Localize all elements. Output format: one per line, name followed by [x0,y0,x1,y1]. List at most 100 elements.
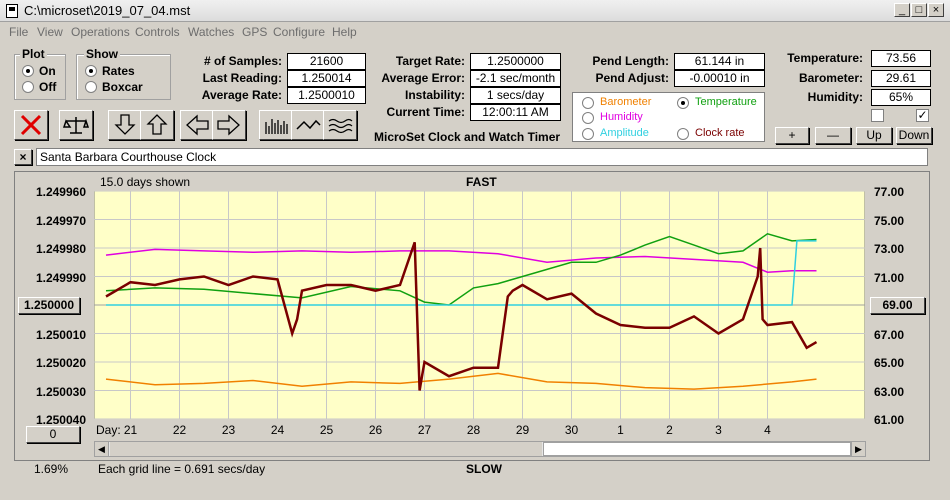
arrow-up-icon [146,114,168,135]
temperature-radio[interactable] [677,97,689,109]
temperature-value-field: 73.56 [871,50,931,67]
y-right-tick-label: 63.00 [874,384,905,399]
horizontal-scrollbar[interactable]: ◀ ▶ [94,441,866,457]
line-chart-button[interactable] [291,110,325,140]
multi-line-button[interactable] [323,110,357,140]
x-tick-label: 1 [617,423,624,437]
y-left-tick-label: 1.249990 [35,270,86,285]
minimize-button[interactable]: _ [894,3,910,17]
y-left-tick-label: 1.249980 [35,242,86,256]
samples-label: # of Samples: [203,54,282,68]
right-arrow-button[interactable] [212,110,246,140]
y-right-tick-label: 77.00 [874,185,905,199]
scroll-thumb[interactable] [543,442,851,456]
clock-clear-button[interactable]: × [14,149,32,165]
days-shown-label: 15.0 days shown [100,175,191,189]
show-boxcar-radio[interactable] [85,81,97,93]
average-rate-label: Average Rate: [201,88,282,102]
plot-on-radio[interactable] [22,65,34,77]
barometer-radio[interactable] [582,97,594,109]
down-arrow-button[interactable] [108,110,142,140]
last-reading-field: 1.250014 [287,70,366,87]
average-error-field: -2.1 sec/month [470,70,561,87]
y-left-tick-label: 1.250040 [35,413,86,427]
menu-operations[interactable]: Operations [71,25,130,39]
scale-up-button[interactable]: Up [856,127,892,144]
plot-off-radio[interactable] [22,81,34,93]
show-rates-radio[interactable] [85,65,97,77]
close-button[interactable]: × [928,3,944,17]
balance-button[interactable] [59,110,93,140]
menu-controls[interactable]: Controls [135,25,180,39]
current-time-label: Current Time: [386,105,465,119]
samples-field: 21600 [287,53,366,70]
humidity-radio[interactable] [582,112,594,124]
menu-watches[interactable]: Watches [188,25,234,39]
plot-group-title: Plot [20,47,47,61]
center-value-button[interactable]: 1.250000 [18,297,80,314]
plot-on-label: On [39,64,56,78]
x-tick-label: 3 [715,423,722,437]
arrow-left-icon [186,114,209,136]
histogram-button[interactable] [259,110,293,140]
y-right-tick-label: 75.00 [874,213,905,228]
pend-length-field[interactable]: 61.144 in [674,53,765,70]
left-arrow-button[interactable] [180,110,214,140]
percent-label: 1.69% [34,462,69,476]
multi-wave-icon [328,118,353,134]
brand-label: MicroSet Clock and Watch Timer [374,130,561,144]
show-rates-label: Rates [102,64,135,78]
day-prefix-label: Day: [96,423,121,437]
menu-gps[interactable]: GPS [242,25,267,39]
target-rate-label: Target Rate: [395,54,465,68]
checkbox-1[interactable] [871,109,884,122]
grid-note-label: Each grid line = 0.691 secs/day [98,462,266,476]
right-center-value-button[interactable]: 69.00 [870,297,925,314]
y-right-tick-label: 67.00 [874,327,905,342]
menu-file[interactable]: File [9,25,28,39]
menu-configure[interactable]: Configure [273,25,325,39]
y-left-tick-label: 1.249970 [35,213,86,228]
y-left-tick-label: 1.250020 [35,356,86,370]
average-rate-field: 1.2500010 [287,87,366,104]
x-tick-label: 28 [466,423,481,437]
zero-button[interactable]: 0 [26,426,80,443]
x-tick-label: 23 [221,423,236,437]
arrow-right-icon [217,114,240,136]
checkbox-2[interactable]: ✓ [916,109,929,122]
menu-bar: File View Operations Controls Watches GP… [0,22,950,42]
up-arrow-button[interactable] [140,110,174,140]
amplitude-radio[interactable] [582,128,594,140]
app-icon [6,4,18,18]
menu-help[interactable]: Help [332,25,357,39]
y-right-tick-label: 71.00 [874,270,905,285]
scroll-track[interactable] [110,442,542,456]
scale-down-button[interactable]: Down [896,127,932,144]
y-right-tick-label: 61.00 [874,413,905,427]
x-tick-label: 22 [172,423,187,437]
show-boxcar-label: Boxcar [102,80,143,94]
show-group-title: Show [84,47,120,61]
arrow-down-icon [114,114,136,135]
amplitude-label: Amplitude [600,127,649,139]
y-right-tick-label: 65.00 [874,356,905,370]
scale-minus-button[interactable]: — [815,127,851,144]
clock-name-field[interactable]: Santa Barbara Courthouse Clock [36,148,928,166]
menu-view[interactable]: View [37,25,63,39]
humidity-label: Humidity [600,111,643,123]
clock-rate-radio[interactable] [677,128,689,140]
histogram-icon [265,119,288,134]
y-right-tick-label: 73.00 [874,242,905,256]
scroll-right-icon[interactable]: ▶ [851,442,865,456]
scale-plus-button[interactable]: + [775,127,809,144]
scroll-left-icon[interactable]: ◀ [95,442,109,456]
maximize-button[interactable]: □ [911,3,927,17]
slow-label: SLOW [466,462,502,476]
stop-button[interactable] [14,110,48,140]
fast-label: FAST [466,175,497,189]
x-tick-label: 21 [123,423,138,437]
average-error-label: Average Error: [381,71,465,85]
y-left-tick-label: 1.250010 [35,327,86,342]
clock-rate-label: Clock rate [695,127,745,139]
target-rate-field[interactable]: 1.2500000 [470,53,561,70]
